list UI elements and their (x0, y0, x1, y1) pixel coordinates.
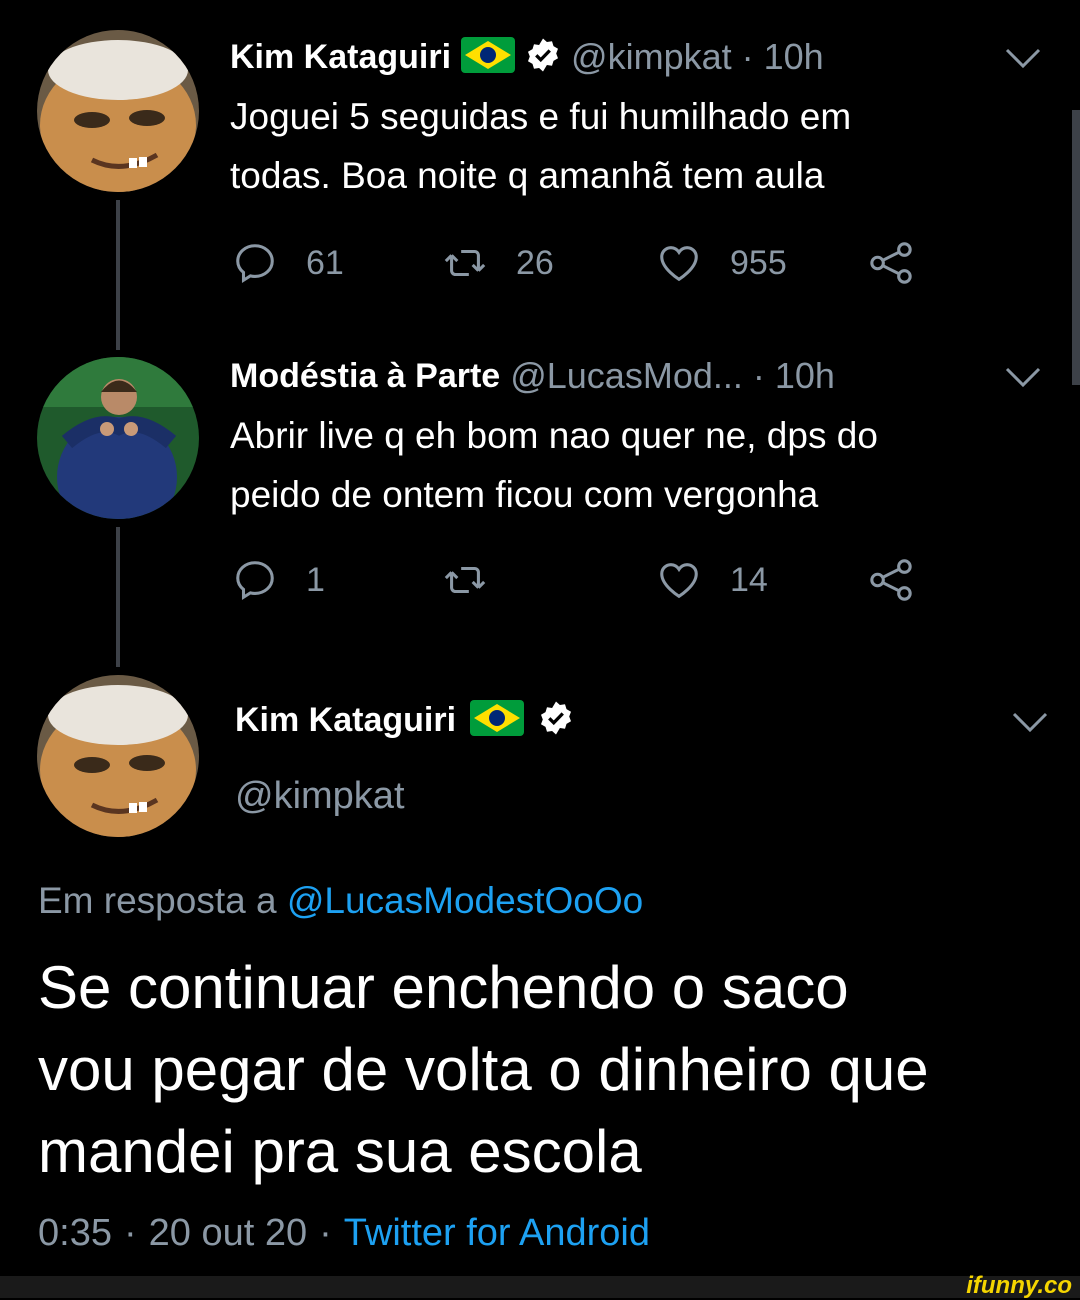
verified-icon (525, 37, 561, 78)
tweet-time[interactable]: 10h (775, 355, 835, 397)
like-button[interactable]: 14 (656, 557, 768, 603)
brazil-flag-icon (461, 36, 516, 78)
like-count: 955 (730, 243, 787, 282)
retweet-count: 26 (516, 243, 554, 282)
tweet-text-line: mandei pra sua escola (38, 1118, 642, 1185)
author-name[interactable]: Modéstia à Parte (230, 357, 500, 396)
tweet-text-line: Abrir live q eh bom nao quer ne, dps do (230, 415, 878, 456)
tweet-text-line: vou pegar de volta o dinheiro que (38, 1036, 929, 1103)
tweet-source-link[interactable]: Twitter for Android (344, 1212, 650, 1255)
retweet-button[interactable]: 26 (442, 240, 554, 286)
tweet-text-line: Se continuar enchendo o saco (38, 954, 849, 1021)
tweet-text: Joguei 5 seguidas e fui humilhado em tod… (230, 87, 1050, 205)
tweet-date[interactable]: 20 out 20 (149, 1212, 307, 1255)
tweet-text: Abrir live q eh bom nao quer ne, dps do … (230, 406, 1050, 524)
like-icon (660, 246, 698, 282)
reply-icon (236, 561, 274, 601)
share-icon (870, 242, 912, 284)
watermark-bar (0, 1276, 1080, 1298)
author-name[interactable]: Kim Kataguiri (235, 701, 456, 740)
tweet-time[interactable]: 0:35 (38, 1212, 112, 1255)
like-button[interactable]: 955 (656, 240, 787, 286)
reply-count: 61 (306, 243, 344, 282)
avatar-modestia[interactable] (37, 357, 199, 519)
retweet-button[interactable] (442, 557, 516, 603)
tweet-text-line: Joguei 5 seguidas e fui humilhado em (230, 96, 852, 137)
brazil-flag-icon (470, 700, 525, 741)
author-handle[interactable]: @LucasMod... (510, 355, 743, 397)
scrollbar[interactable] (1072, 110, 1080, 385)
share-button[interactable] (868, 240, 914, 286)
tweet-meta: 0:35 · 20 out 20 · Twitter for Android (38, 1212, 650, 1255)
author-handle[interactable]: @kimpkat (235, 775, 405, 818)
separator: · (123, 1212, 137, 1254)
reply-button[interactable]: 1 (232, 557, 325, 603)
reply-context: Em resposta a @LucasModestOoOo (38, 880, 643, 922)
tweet-time[interactable]: 10h (764, 36, 824, 78)
separator: · (752, 355, 765, 396)
chevron-down-icon[interactable] (1010, 710, 1050, 736)
chevron-down-icon[interactable] (1003, 365, 1043, 391)
author-name[interactable]: Kim Kataguiri (230, 38, 451, 77)
verified-icon (538, 700, 574, 741)
retweet-icon (444, 566, 486, 594)
tweet-text-line: todas. Boa noite q amanhã tem aula (230, 155, 825, 196)
reply-button[interactable]: 61 (232, 240, 344, 286)
reply-count: 1 (306, 560, 325, 599)
share-icon (870, 559, 912, 601)
reply-prefix: Em resposta a (38, 880, 277, 921)
author-handle[interactable]: @kimpkat (571, 36, 732, 78)
share-button[interactable] (868, 557, 914, 603)
reply-icon (236, 244, 274, 284)
chevron-down-icon[interactable] (1003, 46, 1043, 72)
separator: · (319, 1212, 332, 1254)
thread-line (116, 527, 120, 667)
retweet-icon (444, 249, 486, 277)
main-tweet-text: Se continuar enchendo o saco vou pegar d… (38, 947, 1058, 1193)
avatar-kim[interactable] (37, 675, 199, 837)
separator: · (741, 36, 754, 77)
avatar-kim[interactable] (37, 30, 199, 192)
tweet-text-line: peido de ontem ficou com vergonha (230, 474, 819, 515)
thread-line (116, 200, 120, 350)
watermark-logo: ifunny.co (966, 1272, 1072, 1299)
like-count: 14 (730, 560, 768, 599)
reply-to-link[interactable]: @LucasModestOoOo (287, 880, 643, 921)
like-icon (660, 563, 698, 599)
